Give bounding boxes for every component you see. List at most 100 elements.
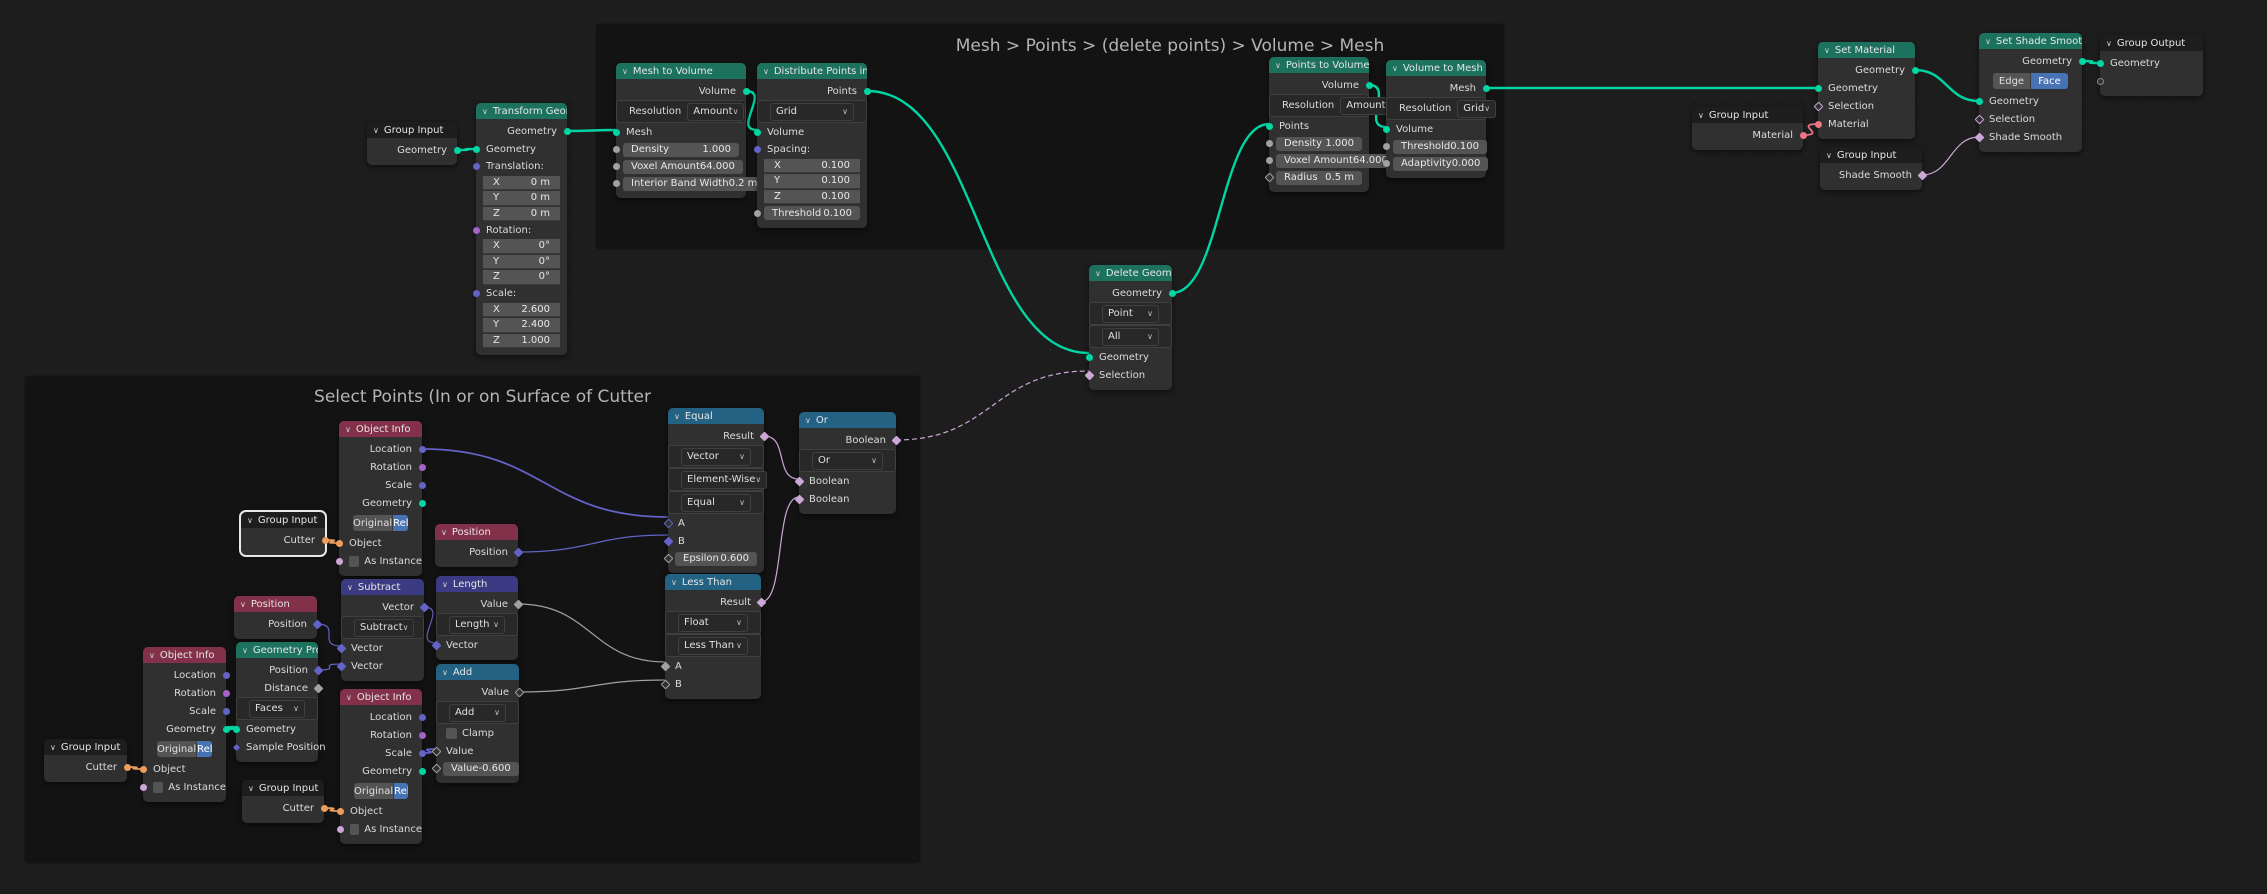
chevron-down-icon[interactable]: ∨ <box>441 528 447 537</box>
node-header[interactable]: ∨ Group Input <box>44 739 127 755</box>
object-socket-icon[interactable] <box>320 804 328 812</box>
rotation-socket-icon[interactable] <box>222 689 230 697</box>
material-socket-icon[interactable] <box>1799 131 1807 139</box>
dropdown-faces[interactable]: Faces ∨ <box>249 699 305 718</box>
geometry-socket-icon[interactable] <box>1168 289 1176 297</box>
vector-socket-icon[interactable] <box>418 445 426 453</box>
dropdown-grid[interactable]: Grid ∨ <box>770 102 854 121</box>
node-add[interactable]: ∨ Add Value Add ∨ Clamp Value Value -0.600 <box>431 664 524 783</box>
object-socket-icon[interactable] <box>336 807 344 815</box>
vector-component-field[interactable]: X 2.600 <box>483 302 560 317</box>
node-position[interactable]: ∨ Position Position <box>435 524 523 567</box>
node-header[interactable]: ∨ Less Than <box>665 574 761 590</box>
node-header[interactable]: ∨ Or <box>799 412 896 428</box>
link-oi1-0-to-equal-4[interactable] <box>421 448 669 518</box>
value-field[interactable]: Epsilon 0.600 <box>675 551 757 566</box>
node-header[interactable]: ∨ Object Info <box>340 689 422 705</box>
dropdown-less-than[interactable]: Less Than ∨ <box>678 636 748 655</box>
node-group-input[interactable]: ∨ Group Input Geometry <box>367 122 461 165</box>
float-socket-icon[interactable] <box>612 146 620 153</box>
link-length-0-to-lessthan-3[interactable] <box>517 603 666 663</box>
node-position[interactable]: ∨ Position Position <box>234 596 322 639</box>
chevron-down-icon[interactable]: ∨ <box>442 668 448 677</box>
float-socket-icon[interactable] <box>1265 140 1273 147</box>
toggle-face[interactable]: Face <box>2030 73 2068 89</box>
chevron-down-icon[interactable]: ∨ <box>1392 64 1398 73</box>
value-field[interactable]: Threshold 0.100 <box>764 206 860 220</box>
chevron-down-icon[interactable]: ∨ <box>149 651 155 660</box>
node-header[interactable]: ∨ Add <box>436 664 519 680</box>
vector-component-field[interactable]: X 0.100 <box>764 158 860 173</box>
toggle-original[interactable]: Original <box>354 783 394 799</box>
chevron-down-icon[interactable]: ∨ <box>1826 151 1832 160</box>
node-group-input[interactable]: ∨ Group Input Shade Smooth <box>1820 147 1927 190</box>
link-m2v-0-to-dpv-2[interactable] <box>745 89 758 132</box>
vector-component-field[interactable]: Y 0.100 <box>764 174 860 189</box>
vector-socket-icon[interactable] <box>418 713 426 721</box>
node-group-input[interactable]: ∨ Group Input Cutter <box>242 780 328 823</box>
chevron-down-icon[interactable]: ∨ <box>248 784 254 793</box>
node-header[interactable]: ∨ Geometry Proximity <box>236 642 318 658</box>
vector-component-field[interactable]: Z 0.100 <box>764 189 860 204</box>
segmented-toggle[interactable]: Edge Face <box>1993 73 2068 89</box>
dropdown-vector[interactable]: Vector ∨ <box>681 447 751 466</box>
vector-component-field[interactable]: Z 1.000 <box>483 333 560 348</box>
float-socket-icon[interactable] <box>1382 160 1390 167</box>
value-field[interactable]: Interior Band Width 0.2 m <box>623 176 766 191</box>
toggle-original[interactable]: Original <box>353 515 393 531</box>
geometry-socket-icon[interactable] <box>563 127 571 135</box>
vector-socket-icon[interactable] <box>418 481 426 489</box>
link-delete-0-to-p2v-2[interactable] <box>1171 122 1270 295</box>
object-socket-icon[interactable] <box>139 765 147 773</box>
node-header[interactable]: ∨ Object Info <box>339 421 422 437</box>
vector-socket-icon[interactable] <box>418 749 426 757</box>
value-field[interactable]: Voxel Amount 64.000 <box>1276 153 1396 168</box>
node-header[interactable]: ∨ Group Output <box>2100 35 2203 51</box>
chevron-down-icon[interactable]: ∨ <box>346 693 352 702</box>
geometry-socket-icon[interactable] <box>2078 57 2086 65</box>
chevron-down-icon[interactable]: ∨ <box>2106 39 2112 48</box>
empty-socket-icon[interactable] <box>2096 77 2104 85</box>
node-header[interactable]: ∨ Delete Geometry <box>1089 265 1172 281</box>
geometry-socket-icon[interactable] <box>232 725 240 733</box>
float-socket-icon[interactable] <box>753 209 761 217</box>
dropdown-equal[interactable]: Equal ∨ <box>681 493 751 512</box>
value-field[interactable]: Density 1.000 <box>1276 136 1362 151</box>
checkbox[interactable] <box>153 781 164 793</box>
dropdown-grid[interactable]: Grid ∨ <box>1457 99 1497 118</box>
boolean-socket-icon[interactable] <box>139 783 147 791</box>
node-header[interactable]: ∨ Mesh to Volume <box>616 63 746 79</box>
geometry-socket-icon[interactable] <box>863 87 871 95</box>
rotation-socket-icon[interactable] <box>418 463 426 471</box>
dropdown-float[interactable]: Float ∨ <box>678 613 748 632</box>
toggle-original[interactable]: Original <box>157 741 197 757</box>
chevron-down-icon[interactable]: ∨ <box>1698 111 1704 120</box>
checkbox[interactable] <box>349 555 360 567</box>
geometry-socket-icon[interactable] <box>222 725 230 733</box>
node-header[interactable]: ∨ Equal <box>668 408 764 424</box>
segmented-toggle[interactable]: OriginalRelative <box>353 515 408 531</box>
geometry-socket-icon[interactable] <box>1911 66 1919 74</box>
chevron-down-icon[interactable]: ∨ <box>345 425 351 434</box>
node-header[interactable]: ∨ Position <box>234 596 317 612</box>
link-lessthan-0-to-or-3[interactable] <box>760 496 800 603</box>
node-header[interactable]: ∨ Transform Geometry <box>476 103 567 119</box>
chevron-down-icon[interactable]: ∨ <box>622 67 628 76</box>
link-or-0-to-delete-4[interactable] <box>895 370 1090 441</box>
node-set-shade-smooth[interactable]: ∨ Set Shade Smooth Geometry Edge Face Geometr… <box>1974 33 2086 152</box>
geometry-socket-icon[interactable] <box>418 499 426 507</box>
segmented-toggle[interactable]: OriginalRelative <box>354 783 408 799</box>
node-geometry-proximity[interactable]: ∨ Geometry Proximity Position Distance Faces… <box>232 642 326 762</box>
link-transform-0-to-m2v-2[interactable] <box>566 128 617 133</box>
node-points-to-volume[interactable]: ∨ Points to Volume Volume Resolution Amount ∨… <box>1264 57 1398 192</box>
geometry-socket-icon[interactable] <box>742 87 750 95</box>
chevron-down-icon[interactable]: ∨ <box>247 516 253 525</box>
vector-component-field[interactable]: Y 0° <box>483 254 560 269</box>
link-pos1-0-to-equal-5[interactable] <box>517 534 669 553</box>
dropdown-element-wise[interactable]: Element-Wise ∨ <box>681 470 768 489</box>
chevron-down-icon[interactable]: ∨ <box>373 126 379 135</box>
chevron-down-icon[interactable]: ∨ <box>442 580 448 589</box>
value-field[interactable]: Radius 0.5 m <box>1276 170 1362 185</box>
link-dpv-0-to-delete-3[interactable] <box>866 89 1090 355</box>
geometry-socket-icon[interactable] <box>1382 125 1390 133</box>
